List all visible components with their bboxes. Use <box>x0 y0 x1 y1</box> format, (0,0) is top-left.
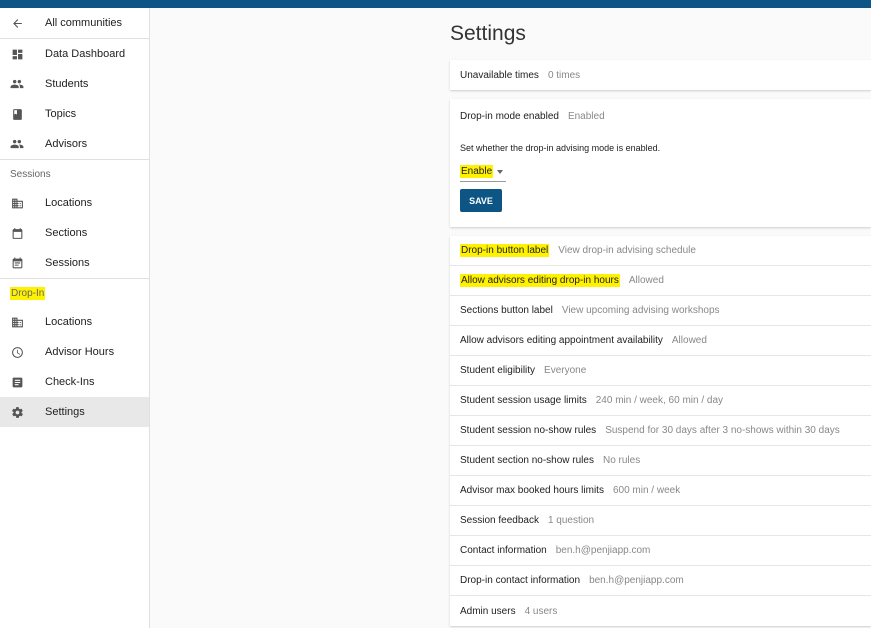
setting-value: View drop-in advising schedule <box>558 245 696 256</box>
setting-row-unavailable-times[interactable]: Unavailable times 0 times <box>450 60 871 90</box>
setting-label: Drop-in contact information <box>460 575 581 586</box>
setting-row-student-eligibility[interactable]: Student eligibility Everyone <box>450 356 871 386</box>
setting-value: View upcoming advising workshops <box>561 305 720 316</box>
sidebar-item-dropin-locations[interactable]: Locations <box>0 307 149 337</box>
setting-label: Advisor max booked hours limits <box>460 485 604 496</box>
save-button[interactable]: SAVE <box>460 189 502 212</box>
setting-label: Drop-in button label <box>460 244 550 257</box>
setting-value: ben.h@penjiapp.com <box>589 575 684 586</box>
caret-down-icon <box>497 169 504 174</box>
people-icon <box>10 77 24 91</box>
sidebar-item-session-locations[interactable]: Locations <box>0 188 149 218</box>
sidebar-back-all-communities[interactable]: All communities <box>0 8 149 38</box>
setting-label: Unavailable times <box>460 69 539 81</box>
page-title: Settings <box>450 22 526 45</box>
setting-label: Allow advisors editing drop-in hours <box>460 274 620 287</box>
list-icon <box>10 375 24 389</box>
top-app-bar <box>0 0 871 8</box>
building-icon <box>10 196 24 210</box>
setting-row-session-no-show-rules[interactable]: Student session no-show rules Suspend fo… <box>450 416 871 446</box>
setting-value: No rules <box>602 455 641 466</box>
setting-value: 600 min / week <box>612 485 681 496</box>
dropin-mode-select[interactable]: Enable <box>460 165 506 182</box>
setting-label: Sections button label <box>460 305 553 316</box>
sidebar: All communities Data Dashboard Students … <box>0 8 150 628</box>
sidebar-item-label: Check-Ins <box>45 376 95 388</box>
sidebar-section-sessions: Sessions <box>10 168 51 180</box>
setting-value: Everyone <box>544 365 587 376</box>
setting-label: Student session no-show rules <box>460 425 597 436</box>
sidebar-item-label: Data Dashboard <box>45 48 126 60</box>
sidebar-item-data-dashboard[interactable]: Data Dashboard <box>0 39 149 69</box>
sidebar-item-advisors[interactable]: Advisors <box>0 129 149 159</box>
sidebar-section-label: Drop-In <box>10 286 46 300</box>
sidebar-section-drop-in: Drop-In <box>0 279 149 307</box>
setting-description: Set whether the drop-in advising mode is… <box>460 143 661 153</box>
sidebar-item-settings[interactable]: Settings <box>0 397 149 427</box>
setting-row-dropin-contact-information[interactable]: Drop-in contact information ben.h@penjia… <box>450 566 871 596</box>
setting-label: Allow advisors editing appointment avail… <box>460 335 663 346</box>
building-icon <box>10 315 24 329</box>
people-icon <box>10 137 24 151</box>
event-note-icon <box>10 256 24 270</box>
setting-row-contact-information[interactable]: Contact information ben.h@penjiapp.com <box>450 536 871 566</box>
setting-label: Student eligibility <box>460 365 536 376</box>
setting-row-allow-editing-dropin-hours[interactable]: Allow advisors editing drop-in hours All… <box>450 266 871 296</box>
setting-value: Enabled <box>567 111 605 122</box>
setting-row-session-usage-limits[interactable]: Student session usage limits 240 min / w… <box>450 386 871 416</box>
sidebar-item-label: Topics <box>45 108 77 120</box>
setting-label: Contact information <box>460 545 547 556</box>
sidebar-item-label: Sections <box>45 227 88 239</box>
setting-value: 240 min / week, 60 min / day <box>595 395 724 406</box>
setting-row-admin-users[interactable]: Admin users 4 users <box>450 596 871 626</box>
setting-row-dropin-mode[interactable]: Drop-in mode enabled Enabled <box>460 111 861 122</box>
setting-row-allow-editing-availability[interactable]: Allow advisors editing appointment avail… <box>450 326 871 356</box>
sidebar-item-label: Locations <box>45 197 93 209</box>
sidebar-item-label: Advisors <box>45 138 88 150</box>
sidebar-item-label: Locations <box>45 316 93 328</box>
book-icon <box>10 107 24 121</box>
setting-value: 1 question <box>547 515 595 526</box>
sidebar-item-label: Sessions <box>45 257 90 269</box>
gear-icon <box>10 405 24 419</box>
setting-label: Session feedback <box>460 515 539 526</box>
main-content: Settings Unavailable times 0 times Drop-… <box>450 8 871 628</box>
sidebar-item-label: All communities <box>45 17 123 29</box>
setting-label: Admin users <box>460 605 516 617</box>
setting-label: Student section no-show rules <box>460 455 594 466</box>
setting-row-dropin-button-label[interactable]: Drop-in button label View drop-in advisi… <box>450 236 871 266</box>
sidebar-item-label: Advisor Hours <box>45 346 115 358</box>
arrow-left-icon <box>10 16 24 30</box>
calendar-icon <box>10 226 24 240</box>
settings-card-unavailable: Unavailable times 0 times <box>450 60 871 90</box>
sidebar-item-students[interactable]: Students <box>0 69 149 99</box>
sidebar-item-check-ins[interactable]: Check-Ins <box>0 367 149 397</box>
setting-row-advisor-max-hours[interactable]: Advisor max booked hours limits 600 min … <box>450 476 871 506</box>
setting-label: Drop-in mode enabled <box>460 111 559 122</box>
sidebar-item-advisor-hours[interactable]: Advisor Hours <box>0 337 149 367</box>
sidebar-item-label: Settings <box>45 406 85 418</box>
setting-value: Allowed <box>628 275 664 286</box>
setting-value: 4 users <box>524 605 558 617</box>
setting-value: 0 times <box>547 69 581 81</box>
select-value: Enable <box>460 165 494 178</box>
setting-value: Suspend for 30 days after 3 no-shows wit… <box>605 425 840 436</box>
setting-label: Student session usage limits <box>460 395 587 406</box>
setting-value: ben.h@penjiapp.com <box>555 545 651 556</box>
setting-row-section-no-show-rules[interactable]: Student section no-show rules No rules <box>450 446 871 476</box>
dashboard-icon <box>10 47 24 61</box>
setting-value: Allowed <box>671 335 707 346</box>
sidebar-item-sections[interactable]: Sections <box>0 218 149 248</box>
sidebar-item-topics[interactable]: Topics <box>0 99 149 129</box>
setting-row-session-feedback[interactable]: Session feedback 1 question <box>450 506 871 536</box>
sidebar-item-label: Students <box>45 78 89 90</box>
settings-card-dropin-mode: Drop-in mode enabled Enabled Set whether… <box>450 99 871 227</box>
settings-card-list: Drop-in button label View drop-in advisi… <box>450 236 871 626</box>
setting-row-sections-button-label[interactable]: Sections button label View upcoming advi… <box>450 296 871 326</box>
sidebar-item-sessions[interactable]: Sessions <box>0 248 149 278</box>
clock-icon <box>10 345 24 359</box>
